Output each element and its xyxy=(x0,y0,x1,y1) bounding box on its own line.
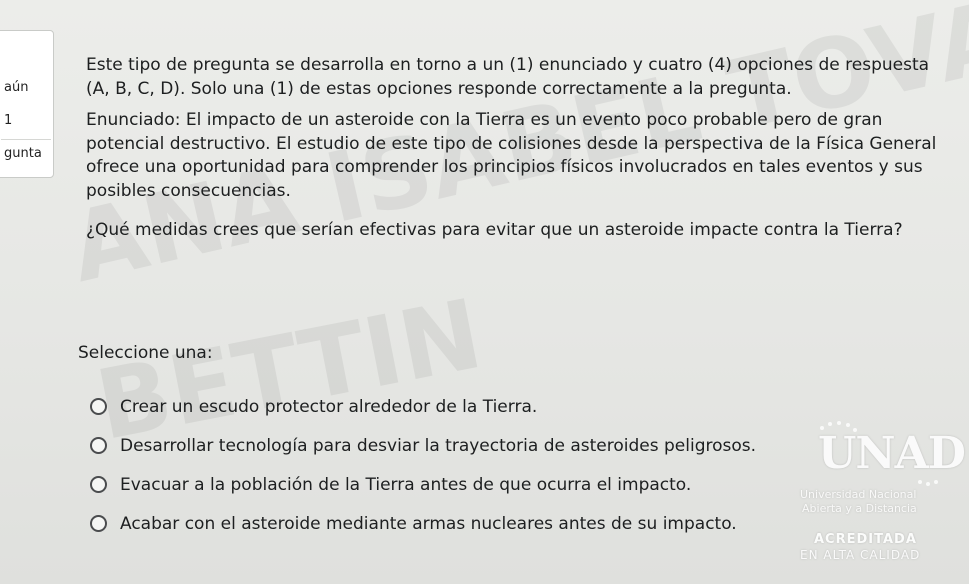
question-info-panel: aún 1 gunta xyxy=(0,30,54,178)
answer-label[interactable]: Evacuar a la población de la Tierra ante… xyxy=(120,475,691,495)
logo-accreditation: ACREDITADA xyxy=(814,532,917,547)
answer-option-b[interactable]: Desarrollar tecnología para desviar la t… xyxy=(90,426,756,465)
answer-label[interactable]: Acabar con el asteroide mediante armas n… xyxy=(120,514,737,534)
radio-button[interactable] xyxy=(90,515,107,532)
info-line: gunta xyxy=(4,146,42,161)
radio-button[interactable] xyxy=(90,476,107,493)
answer-options: Crear un escudo protector alrededor de l… xyxy=(90,387,756,543)
info-divider xyxy=(1,139,51,140)
select-one-label: Seleccione una: xyxy=(78,343,213,363)
info-line: 1 xyxy=(4,113,13,128)
question-intro: Este tipo de pregunta se desarrolla en t… xyxy=(86,55,930,99)
logo-dots-icon xyxy=(820,421,938,486)
logo-accreditation: EN ALTA CALIDAD xyxy=(800,548,921,562)
question-text: Este tipo de pregunta se desarrolla en t… xyxy=(86,54,956,243)
answer-option-d[interactable]: Acabar con el asteroide mediante armas n… xyxy=(90,504,756,543)
answer-option-a[interactable]: Crear un escudo protector alrededor de l… xyxy=(90,387,756,426)
logo-wordmark: UNAD xyxy=(818,428,966,479)
unad-logo: UNAD Universidad Nacional Abierta y a Di… xyxy=(800,420,969,580)
answer-option-c[interactable]: Evacuar a la población de la Tierra ante… xyxy=(90,465,756,504)
question-statement: Enunciado: El impacto de un asteroide co… xyxy=(86,110,937,201)
radio-button[interactable] xyxy=(90,437,107,454)
answer-label[interactable]: Desarrollar tecnología para desviar la t… xyxy=(120,436,756,456)
logo-subtitle: Universidad Nacional xyxy=(800,488,917,501)
question-prompt: ¿Qué medidas crees que serían efectivas … xyxy=(86,220,903,240)
logo-subtitle: Abierta y a Distancia xyxy=(802,502,917,515)
answer-label[interactable]: Crear un escudo protector alrededor de l… xyxy=(120,397,537,417)
info-line: aún xyxy=(4,80,29,95)
radio-button[interactable] xyxy=(90,398,107,415)
